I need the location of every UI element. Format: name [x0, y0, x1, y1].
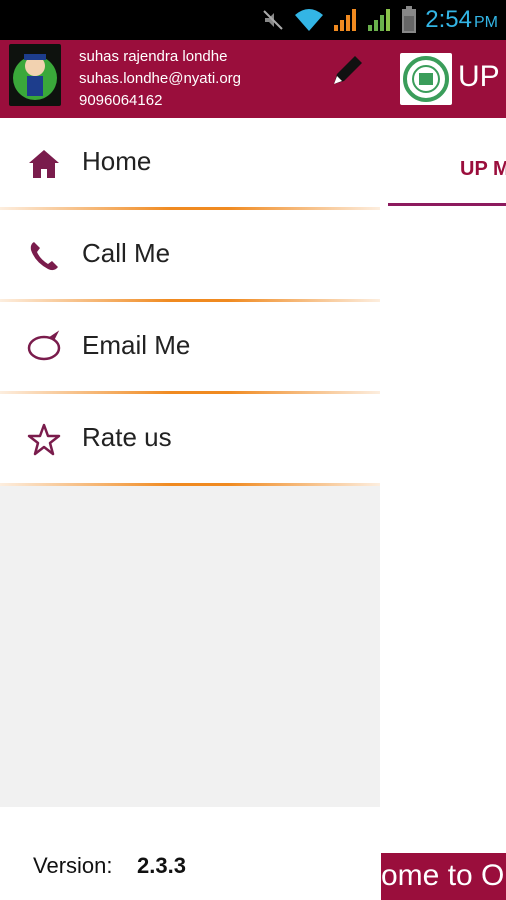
battery-icon: [402, 6, 417, 33]
avatar[interactable]: [9, 44, 61, 106]
menu-item-call-me[interactable]: Call Me: [0, 210, 380, 302]
divider: [0, 483, 380, 486]
clock: 2:54 PM: [425, 6, 498, 33]
menu-item-label: Call Me: [82, 238, 171, 268]
version-footer: Version: 2.3.3: [0, 807, 380, 900]
drawer-menu: Home Call Me Email Me Rate us: [0, 118, 380, 486]
pencil-icon: [334, 56, 362, 84]
app-tab[interactable]: UP M: [388, 118, 506, 206]
mute-icon: [263, 10, 283, 30]
status-icons: 2:54 PM: [261, 4, 498, 36]
menu-item-label: Home: [82, 146, 152, 176]
status-bar: 2:54 PM: [0, 0, 506, 40]
edit-profile-button[interactable]: [328, 50, 368, 90]
app-tab-label: UP M: [460, 158, 506, 180]
menu-item-rate-us[interactable]: Rate us: [0, 394, 380, 486]
menu-item-label: Email Me: [82, 330, 191, 360]
user-email: suhas.londhe@nyati.org: [79, 70, 241, 87]
speech-bubble-icon: [27, 330, 61, 361]
user-name: suhas rajendra londhe: [79, 48, 228, 65]
navigation-drawer: suhas rajendra londhe suhas.londhe@nyati…: [0, 40, 380, 900]
menu-item-home[interactable]: Home: [0, 118, 380, 210]
welcome-banner-text: ome to O: [381, 859, 505, 892]
app-logo[interactable]: [400, 53, 452, 105]
signal-icon: [334, 9, 357, 31]
wifi-icon: [295, 9, 324, 31]
user-phone: 9096064162: [79, 92, 163, 109]
star-icon: [27, 423, 61, 456]
user-info: suhas rajendra londhe suhas.londhe@nyati…: [79, 46, 241, 112]
menu-item-label: Rate us: [82, 422, 172, 452]
version-value: 2.3.3: [137, 853, 186, 878]
phone-icon: [30, 242, 58, 271]
drawer-header: suhas rajendra londhe suhas.londhe@nyati…: [0, 40, 380, 118]
version-label: Version:: [33, 853, 113, 878]
welcome-banner: ome to O: [381, 853, 506, 900]
home-icon: [29, 150, 59, 178]
app-title: UP I: [458, 60, 506, 93]
menu-item-email-me[interactable]: Email Me: [0, 302, 380, 394]
signal-icon-2: [368, 9, 391, 31]
